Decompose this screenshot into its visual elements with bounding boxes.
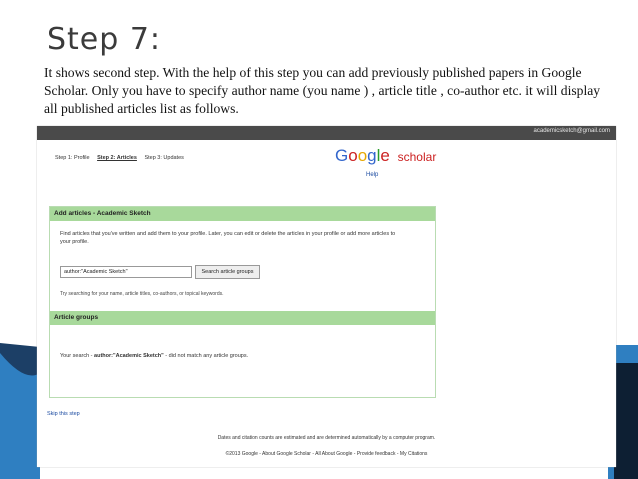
footer-note: Dates and citation counts are estimated … (217, 435, 436, 441)
skip-step-link[interactable]: Skip this step (47, 411, 80, 417)
add-articles-header: Add articles - Academic Sketch (50, 207, 435, 221)
article-groups-header: Article groups (50, 311, 435, 325)
search-result-message: Your search - author:"Academic Sketch" -… (60, 353, 248, 359)
help-link[interactable]: Help (366, 172, 378, 178)
step-navigation: Step 1: Profile Step 2: Articles Step 3:… (55, 155, 190, 161)
slide-paragraph: It shows second step. With the help of t… (44, 65, 601, 116)
result-suffix: - did not match any article groups. (163, 353, 249, 359)
result-prefix: Your search - (60, 353, 95, 359)
search-hint: Try searching for your name, article tit… (60, 291, 224, 297)
logo-scholar-text: scholar (397, 150, 437, 164)
step-profile-link[interactable]: Step 1: Profile (55, 155, 90, 161)
add-articles-description: Find articles that you've written and ad… (60, 231, 396, 245)
slide-title: Step 7: (47, 22, 162, 57)
account-bar: academicsketch@gmail.com (37, 126, 616, 140)
footer-links[interactable]: ©2013 Google - About Google Scholar - Al… (37, 451, 616, 457)
author-search-input[interactable]: author:"Academic Sketch" (60, 266, 192, 278)
google-scholar-logo: Google scholar (335, 146, 437, 165)
result-query: author:"Academic Sketch" (94, 353, 164, 359)
scholar-screenshot: academicsketch@gmail.com Step 1: Profile… (37, 126, 616, 467)
search-article-groups-button[interactable]: Search article groups (195, 265, 260, 279)
decorative-wave-left (0, 343, 40, 479)
step-updates-link[interactable]: Step 3: Updates (144, 155, 183, 161)
add-articles-panel: Add articles - Academic Sketch Find arti… (49, 206, 436, 398)
account-email[interactable]: academicsketch@gmail.com (534, 128, 610, 134)
step-articles-link[interactable]: Step 2: Articles (97, 155, 137, 161)
